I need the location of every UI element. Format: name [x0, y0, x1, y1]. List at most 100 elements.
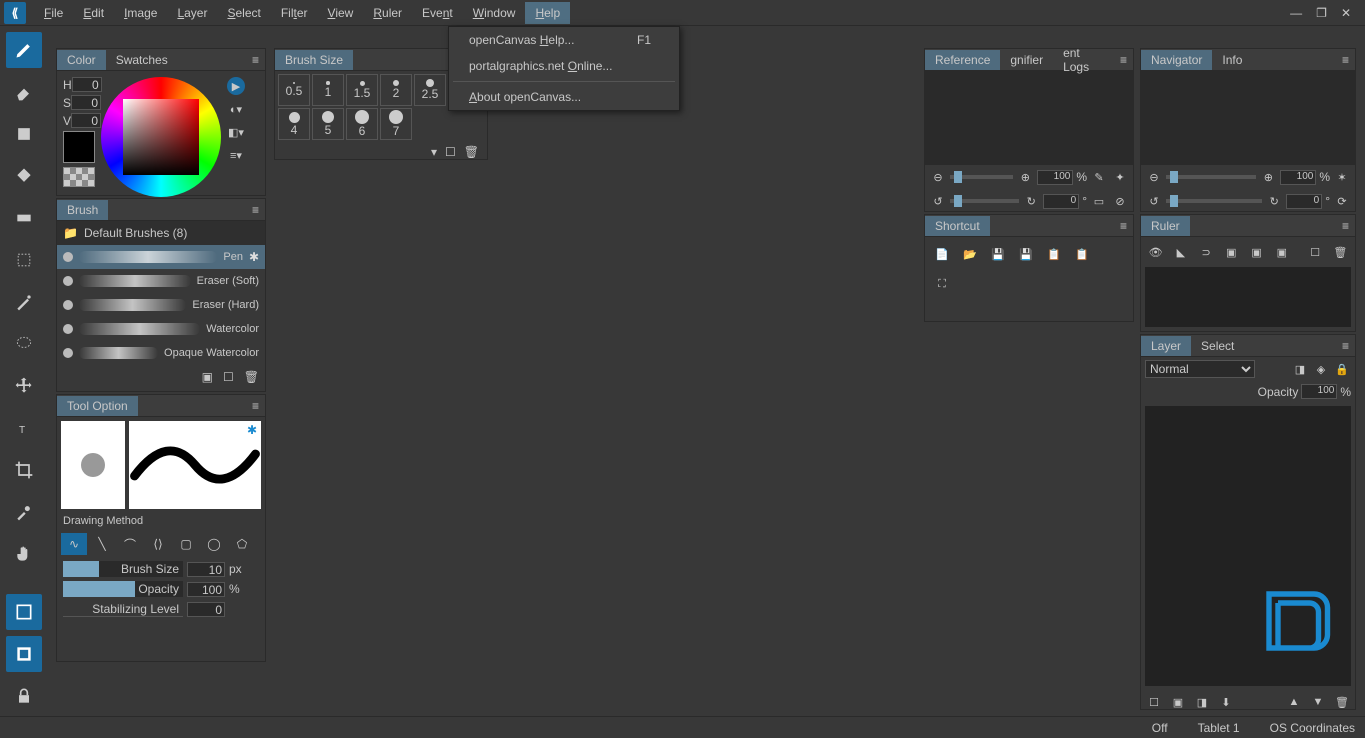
dropdown-icon[interactable]: ▾ [431, 145, 437, 159]
brush-item[interactable]: Watercolor [57, 317, 265, 341]
dm-curve[interactable]: ⌒ [117, 533, 143, 555]
zoom-value[interactable]: 100 [1280, 170, 1316, 185]
brush-item[interactable]: Eraser (Soft) [57, 269, 265, 293]
tab-swatches[interactable]: Swatches [106, 50, 178, 70]
open-icon[interactable]: ▭ [1090, 192, 1108, 210]
brush-size-cell[interactable]: 7 [380, 108, 412, 140]
gear-icon[interactable]: ✱ [247, 423, 257, 437]
zoom-out-icon[interactable]: ⊖ [1145, 168, 1163, 186]
stab-value[interactable]: 0 [187, 602, 225, 617]
brush-item[interactable]: Eraser (Hard) [57, 293, 265, 317]
help-menu-item-online[interactable]: portalgraphics.net Online... [449, 53, 679, 79]
menu-help[interactable]: Help [525, 2, 570, 24]
menu-filter[interactable]: Filter [271, 2, 318, 24]
tab-brush-size[interactable]: Brush Size [275, 50, 353, 70]
tab-tool-option[interactable]: Tool Option [57, 396, 138, 416]
lock-tool[interactable] [6, 678, 42, 714]
brush-size-cell[interactable]: 2 [380, 74, 412, 106]
trash-icon[interactable]: 🗑 [1333, 693, 1351, 711]
mode-icon-1[interactable]: ◐▾ [227, 100, 245, 118]
gear-icon[interactable]: ✱ [249, 250, 259, 264]
trash-icon[interactable]: 🗑 [464, 145, 479, 159]
eyedropper-icon[interactable]: ✎ [1090, 168, 1108, 186]
tab-magnifier[interactable]: gnifier [1000, 50, 1053, 70]
dm-line[interactable]: ╲ [89, 533, 115, 555]
folder-icon[interactable]: ▣ [202, 370, 213, 384]
menu-window[interactable]: Window [463, 2, 526, 24]
save-as-icon[interactable]: 💾 [1017, 245, 1035, 263]
tab-navigator[interactable]: Navigator [1141, 50, 1212, 70]
rotate-slider[interactable] [950, 199, 1019, 203]
brush-size-cell[interactable]: 2.5 [414, 74, 446, 106]
trash-icon[interactable]: 🗑 [244, 370, 259, 384]
brush-size-cell[interactable]: 5 [312, 108, 344, 140]
fill-tool[interactable] [6, 158, 42, 194]
opacity-value[interactable]: 100 [187, 582, 225, 597]
rotate-cw-icon[interactable]: ↻ [1022, 192, 1040, 210]
fit-icon[interactable]: ✶ [1333, 168, 1351, 186]
panel-menu-icon[interactable]: ≡ [1336, 339, 1355, 353]
eye-icon[interactable]: 👁 [1147, 243, 1164, 261]
shape-tool[interactable] [6, 116, 42, 152]
paste-icon[interactable]: 📋 [1073, 245, 1091, 263]
zoom-value[interactable]: 100 [1037, 170, 1073, 185]
brush-size-cell[interactable]: 6 [346, 108, 378, 140]
brush-size-cell[interactable]: 4 [278, 108, 310, 140]
menu-layer[interactable]: Layer [167, 2, 217, 24]
transform-icon[interactable]: ⛶ [933, 275, 951, 293]
copy-icon[interactable]: 📋 [1045, 245, 1063, 263]
rotate-value[interactable]: 0 [1286, 194, 1322, 209]
new-icon[interactable]: ☐ [445, 145, 456, 159]
alpha-swatch[interactable] [63, 167, 95, 187]
help-menu-item-help[interactable]: openCanvas Help...F1 [449, 27, 679, 53]
panel-menu-icon[interactable]: ≡ [1336, 219, 1355, 233]
color-wheel[interactable] [101, 77, 221, 197]
crop-tool[interactable] [6, 452, 42, 488]
menu-view[interactable]: View [318, 2, 364, 24]
brush-size-cell[interactable]: 1.5 [346, 74, 378, 106]
panel-menu-icon[interactable]: ≡ [1114, 53, 1133, 67]
zoom-in-icon[interactable]: ⊕ [1016, 168, 1034, 186]
ruler-4-icon[interactable]: ▣ [1273, 243, 1290, 261]
save-icon[interactable]: 💾 [989, 245, 1007, 263]
mask-icon[interactable]: ◨ [1291, 360, 1309, 378]
screen-mode-1[interactable] [6, 594, 42, 630]
panel-menu-icon[interactable]: ≡ [246, 203, 265, 217]
tab-brush[interactable]: Brush [57, 200, 108, 220]
lasso-tool[interactable] [6, 326, 42, 362]
eraser-tool[interactable] [6, 74, 42, 110]
select-rect-tool[interactable] [6, 242, 42, 278]
reset-icon[interactable]: ⟳ [1333, 192, 1351, 210]
tab-info[interactable]: Info [1212, 50, 1252, 70]
zoom-in-icon[interactable]: ⊕ [1259, 168, 1277, 186]
dm-polyline[interactable]: ⟨⟩ [145, 533, 171, 555]
rotate-slider[interactable] [1166, 199, 1262, 203]
merge-icon[interactable]: ⬇ [1217, 693, 1235, 711]
rotate-value[interactable]: 0 [1043, 194, 1079, 209]
new-folder-icon[interactable]: ▣ [1169, 693, 1187, 711]
mode-icon-3[interactable]: ≡▾ [227, 146, 245, 164]
up-icon[interactable]: ▲ [1285, 693, 1303, 711]
trash-icon[interactable]: 🗑 [1332, 243, 1349, 261]
dm-ellipse[interactable]: ◯ [201, 533, 227, 555]
text-tool[interactable]: T [6, 410, 42, 446]
v-input[interactable] [71, 113, 101, 128]
move-tool[interactable] [6, 368, 42, 404]
tab-eventlogs[interactable]: ent Logs [1053, 43, 1114, 77]
dm-rect[interactable]: ▢ [173, 533, 199, 555]
new-icon[interactable]: ☐ [1307, 243, 1324, 261]
tab-reference[interactable]: Reference [925, 50, 1000, 70]
tab-ruler[interactable]: Ruler [1141, 216, 1190, 236]
menu-file[interactable]: File [34, 2, 73, 24]
new-layer-icon[interactable]: ☐ [1145, 693, 1163, 711]
fg-bg-swatch[interactable] [63, 131, 95, 163]
panel-menu-icon[interactable]: ≡ [1336, 53, 1355, 67]
rotate-ccw-icon[interactable]: ↺ [929, 192, 947, 210]
minimize-icon[interactable]: — [1290, 6, 1302, 20]
menu-select[interactable]: Select [217, 2, 270, 24]
eyedropper-tool[interactable] [6, 494, 42, 530]
rotate-cw-icon[interactable]: ↻ [1265, 192, 1283, 210]
play-icon[interactable]: ▶ [227, 77, 245, 95]
panel-menu-icon[interactable]: ≡ [1114, 219, 1133, 233]
hand-tool[interactable] [6, 536, 42, 572]
